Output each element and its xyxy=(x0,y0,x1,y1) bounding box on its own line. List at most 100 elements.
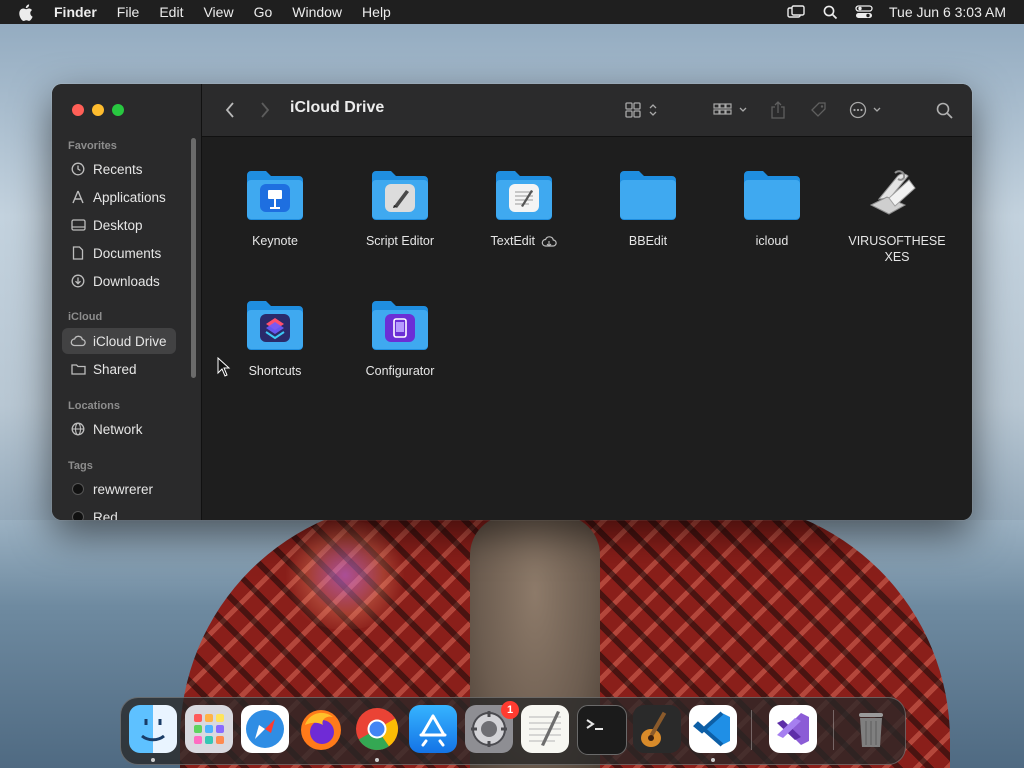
guitar-icon[interactable] xyxy=(633,705,681,753)
forward-chevron-icon[interactable] xyxy=(257,98,273,122)
file-name: Script Editor xyxy=(365,234,435,248)
menu-file[interactable]: File xyxy=(107,0,150,24)
menu-bar: Finder File Edit View Go Window Help Tue… xyxy=(0,0,1024,24)
sidebar-item-icloud-drive[interactable]: iCloud Drive xyxy=(62,328,176,354)
back-chevron-icon[interactable] xyxy=(222,98,238,122)
file-name: VIRUSOFTHESEXES xyxy=(848,234,946,264)
chrome-icon[interactable] xyxy=(353,705,401,753)
menu-help[interactable]: Help xyxy=(352,0,401,24)
menu-edit[interactable]: Edit xyxy=(149,0,193,24)
cloud-download-icon[interactable] xyxy=(541,235,558,248)
sidebar-tag-rewwrerer[interactable]: rewwrerer xyxy=(62,476,176,502)
more-actions-icon[interactable] xyxy=(848,98,886,122)
sidebar-scrollbar[interactable] xyxy=(191,138,196,378)
trash-icon[interactable] xyxy=(847,705,895,753)
menu-go[interactable]: Go xyxy=(244,0,283,24)
menu-view[interactable]: View xyxy=(193,0,243,24)
tag-icon[interactable] xyxy=(808,98,830,122)
running-indicator xyxy=(151,758,155,762)
desktop-icon xyxy=(70,217,86,233)
file-item-bbedit[interactable]: BBEdit xyxy=(588,165,708,249)
screen-mirroring-icon[interactable] xyxy=(787,4,805,20)
terminal-icon[interactable] xyxy=(577,705,627,755)
control-center-icon[interactable] xyxy=(855,4,873,20)
icon-view-grid-icon[interactable] xyxy=(624,98,660,122)
file-item-shortcuts[interactable]: Shortcuts xyxy=(215,295,335,379)
sidebar-item-documents[interactable]: Documents xyxy=(62,240,176,266)
sidebar-item-label: Recents xyxy=(93,161,143,177)
shortcuts-folder-icon xyxy=(243,295,307,351)
spotlight-search-icon[interactable] xyxy=(821,4,839,20)
applications-icon xyxy=(70,189,86,205)
running-indicator xyxy=(711,758,715,762)
search-icon[interactable] xyxy=(934,98,954,122)
launchpad-icon[interactable] xyxy=(185,705,233,753)
sidebar-item-desktop[interactable]: Desktop xyxy=(62,212,176,238)
file-item-icloud[interactable]: icloud xyxy=(712,165,832,249)
folder-icon xyxy=(740,165,804,221)
sidebar-item-recents[interactable]: Recents xyxy=(62,156,176,182)
window-controls xyxy=(72,104,124,116)
configurator-folder-icon xyxy=(368,295,432,351)
file-item-script-editor[interactable]: Script Editor xyxy=(340,165,460,249)
sidebar-item-downloads[interactable]: Downloads xyxy=(62,268,176,294)
visual-studio-icon[interactable] xyxy=(769,705,817,753)
menu-app-name[interactable]: Finder xyxy=(44,0,107,24)
tag-color-dot xyxy=(70,481,86,497)
sidebar-item-label: Shared xyxy=(93,361,137,377)
firefox-icon[interactable] xyxy=(297,705,345,753)
folder-icon xyxy=(616,165,680,221)
file-item-keynote[interactable]: Keynote xyxy=(215,165,335,249)
globe-icon xyxy=(70,421,86,437)
share-icon[interactable] xyxy=(768,98,788,122)
file-name: Keynote xyxy=(252,234,298,248)
file-name: Configurator xyxy=(365,364,435,378)
sidebar-item-label: Desktop xyxy=(93,217,143,233)
group-by-icon[interactable] xyxy=(712,98,750,122)
sidebar-item-network[interactable]: Network xyxy=(62,416,176,442)
textedit-icon[interactable] xyxy=(521,705,569,753)
tag-dot-icon xyxy=(72,511,84,520)
app-store-icon[interactable] xyxy=(409,705,457,753)
finder-window: Favorites Recents Applications Desktop D… xyxy=(52,84,972,520)
finder-toolbar: iCloud Drive xyxy=(202,84,972,137)
sidebar-tag-red[interactable]: Red xyxy=(62,504,176,520)
sidebar-item-label: iCloud Drive xyxy=(93,333,167,349)
menu-bar-clock[interactable]: Tue Jun 6 3:03 AM xyxy=(889,4,1006,20)
script-editor-folder-icon xyxy=(368,165,432,221)
zoom-window-button[interactable] xyxy=(112,104,124,116)
file-item-virusofthesexes[interactable]: VIRUSOFTHESEXES xyxy=(837,165,957,265)
cloud-icon xyxy=(70,333,86,349)
sidebar-section-locations: Locations xyxy=(68,400,120,412)
minimize-window-button[interactable] xyxy=(92,104,104,116)
menu-bar-status-area: Tue Jun 6 3:03 AM xyxy=(787,0,1006,24)
tag-color-dot xyxy=(70,509,86,520)
finder-icon[interactable] xyxy=(129,705,177,753)
applescript-scroll-icon xyxy=(865,165,929,221)
finder-sidebar: Favorites Recents Applications Desktop D… xyxy=(52,84,202,520)
file-name: BBEdit xyxy=(628,234,668,248)
dock-separator xyxy=(833,710,834,750)
sidebar-item-applications[interactable]: Applications xyxy=(62,184,176,210)
wallpaper-lens-flare xyxy=(280,520,410,630)
close-window-button[interactable] xyxy=(72,104,84,116)
file-name: TextEdit xyxy=(490,234,535,248)
file-item-textedit[interactable]: TextEdit xyxy=(464,165,584,249)
sidebar-item-label: Red xyxy=(93,509,118,521)
dock-separator xyxy=(751,710,752,750)
window-title: iCloud Drive xyxy=(290,99,385,116)
safari-icon[interactable] xyxy=(241,705,289,753)
sidebar-item-shared[interactable]: Shared xyxy=(62,356,176,382)
file-item-configurator[interactable]: Configurator xyxy=(340,295,460,379)
document-icon xyxy=(70,245,86,261)
sidebar-item-label: Applications xyxy=(93,189,166,205)
vscode-icon[interactable] xyxy=(689,705,737,753)
system-settings-icon[interactable]: 1 xyxy=(465,701,519,753)
mouse-cursor-icon xyxy=(217,357,231,377)
file-name-row: TextEdit xyxy=(464,233,584,249)
apple-menu-icon[interactable] xyxy=(18,3,36,21)
file-grid: Keynote Script Editor TextEdit BBEdit ic… xyxy=(202,137,972,520)
file-name: icloud xyxy=(755,234,789,248)
menu-window[interactable]: Window xyxy=(282,0,352,24)
running-indicator xyxy=(375,758,379,762)
